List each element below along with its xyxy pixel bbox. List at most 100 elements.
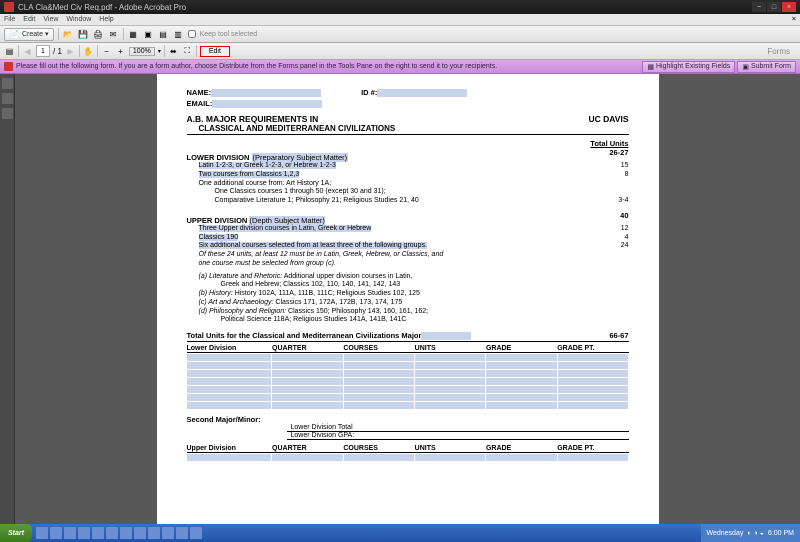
highlight-fields-button[interactable]: ▦Highlight Existing Fields — [642, 61, 735, 73]
menu-edit[interactable]: Edit — [23, 16, 35, 23]
page-input[interactable] — [36, 45, 50, 57]
open-icon[interactable]: 📂 — [63, 29, 74, 40]
submit-form-button[interactable]: ▣Submit Form — [737, 61, 796, 73]
ud-line5: one course must be selected from group (… — [187, 260, 629, 269]
title-2: CLASSICAL AND MEDITERRANEAN CIVILIZATION… — [199, 124, 629, 133]
tool4-icon[interactable]: ▥ — [173, 29, 184, 40]
fit-page-icon[interactable]: ⛶ — [182, 46, 193, 57]
ld-line4: One Classics courses 1 through 50 (excep… — [187, 188, 629, 197]
zoom-dropdown-icon[interactable]: ▾ — [158, 48, 161, 55]
total-label: Total Units for the Classical and Medite… — [187, 331, 422, 340]
mail-icon[interactable]: ✉ — [108, 29, 119, 40]
tool2-icon[interactable]: ▣ — [143, 29, 154, 40]
create-icon: 📄 — [9, 29, 20, 40]
total-field[interactable] — [421, 332, 471, 340]
hand-icon[interactable]: ✋ — [83, 46, 94, 57]
prev-page-icon[interactable]: ◀ — [22, 46, 33, 57]
upper-div-label: UPPER DIVISION — [187, 216, 248, 225]
minimize-button[interactable]: − — [752, 2, 766, 12]
zoom-value[interactable]: 100% — [129, 47, 155, 56]
tray-day: Wednesday — [707, 530, 744, 537]
edit-button[interactable]: Edit — [200, 46, 230, 57]
nav-bookmarks-icon[interactable] — [2, 93, 13, 104]
tray-icons[interactable]: ◐ ◑ ◒ — [747, 530, 764, 537]
ld-gpa-label: Lower Division GPA: — [287, 432, 629, 440]
tool3-icon[interactable]: ▤ — [158, 29, 169, 40]
table-header: Lower DivisionQUARTERCOURSESUNITSGRADEGR… — [187, 345, 629, 353]
ql-icon[interactable] — [106, 527, 118, 539]
id-field[interactable] — [377, 89, 467, 97]
ql-icon[interactable] — [36, 527, 48, 539]
ql-icon[interactable] — [148, 527, 160, 539]
total-value: 66-67 — [609, 331, 628, 340]
doc-close-button[interactable]: × — [792, 16, 796, 23]
ql-icon[interactable] — [134, 527, 146, 539]
ud-line3: Six additional courses selected from at … — [199, 242, 427, 249]
ld-line5: Comparative Literature 1; Philosophy 21;… — [187, 197, 609, 206]
name-label: NAME: — [187, 88, 212, 97]
menu-file[interactable]: File — [4, 16, 15, 23]
table-header-2: Upper DivisionQUARTERCOURSESUNITSGRADEGR… — [187, 445, 629, 453]
highlight-icon: ▦ — [647, 63, 654, 71]
print-icon[interactable]: 🖨 — [93, 29, 104, 40]
table-row[interactable] — [187, 377, 629, 385]
lower-div-sub: (Preparatory Subject Matter) — [252, 153, 349, 162]
pdf-page: NAME: ID #: EMAIL: A.B. MAJOR REQUIREMEN… — [157, 74, 659, 524]
fit-width-icon[interactable]: ⬌ — [168, 46, 179, 57]
table-row[interactable] — [187, 393, 629, 401]
email-label: EMAIL: — [187, 99, 213, 108]
ud-line1: Three Upper division courses in Latin, G… — [199, 225, 372, 232]
ql-icon[interactable] — [50, 527, 62, 539]
zoom-out-icon[interactable]: − — [101, 46, 112, 57]
uc-davis: UC DAVIS — [589, 114, 629, 124]
ld-total-label: Lower Division Total — [287, 424, 629, 432]
maximize-button[interactable]: □ — [767, 2, 781, 12]
system-tray: Wednesday ◐ ◑ ◒ 6:00 PM — [701, 524, 800, 542]
ud-line4: Of these 24 units, at least 12 must be i… — [187, 251, 629, 260]
ql-icon[interactable] — [176, 527, 188, 539]
table-row[interactable] — [187, 401, 629, 409]
ql-icon[interactable] — [162, 527, 174, 539]
zoom-in-icon[interactable]: + — [115, 46, 126, 57]
ld-line1: Latin 1-2-3, or Greek 1-2-3, or Hebrew 1… — [199, 162, 336, 169]
menu-view[interactable]: View — [43, 16, 58, 23]
menu-window[interactable]: Window — [66, 16, 91, 23]
id-label: ID #: — [361, 88, 377, 97]
ld-line3: One additional course from: Art History … — [187, 180, 629, 189]
table-row[interactable] — [187, 353, 629, 361]
table-row[interactable] — [187, 385, 629, 393]
form-info-icon — [4, 62, 13, 71]
lower-div-label: LOWER DIVISION — [187, 153, 250, 162]
tool-icon[interactable]: ▦ — [128, 29, 139, 40]
nav-pages-icon[interactable] — [2, 78, 13, 89]
nav-sidebar — [0, 74, 15, 524]
table-row[interactable] — [187, 369, 629, 377]
forms-panel[interactable]: Forms — [767, 47, 796, 56]
close-button[interactable]: × — [782, 2, 796, 12]
save-icon[interactable]: 💾 — [78, 29, 89, 40]
total-units-1: 26-27 — [609, 148, 628, 162]
ql-icon[interactable] — [120, 527, 132, 539]
form-info-text: Please fill out the following form. If y… — [16, 63, 497, 70]
nav-attach-icon[interactable] — [2, 108, 13, 119]
second-major-label: Second Major/Minor: — [187, 415, 629, 424]
ud-line2: Classics 190 — [199, 234, 239, 241]
menu-help[interactable]: Help — [99, 16, 113, 23]
ql-icon[interactable] — [64, 527, 76, 539]
upper-div-units: 40 — [620, 211, 628, 225]
table-row[interactable] — [187, 453, 629, 461]
ql-icon[interactable] — [190, 527, 202, 539]
email-field[interactable] — [212, 100, 322, 108]
page-thumb-icon[interactable]: ▤ — [4, 46, 15, 57]
keep-tool-checkbox[interactable] — [188, 30, 196, 38]
ld-line2: Two courses from Classics 1,2,3 — [199, 171, 300, 178]
next-page-icon[interactable]: ▶ — [65, 46, 76, 57]
ql-icon[interactable] — [92, 527, 104, 539]
app-icon — [4, 2, 14, 12]
table-row[interactable] — [187, 361, 629, 369]
start-button[interactable]: Start — [0, 524, 32, 542]
ql-icon[interactable] — [78, 527, 90, 539]
tray-time: 6:00 PM — [768, 530, 794, 537]
name-field[interactable] — [211, 89, 321, 97]
create-button[interactable]: 📄Create▾ — [4, 28, 54, 41]
